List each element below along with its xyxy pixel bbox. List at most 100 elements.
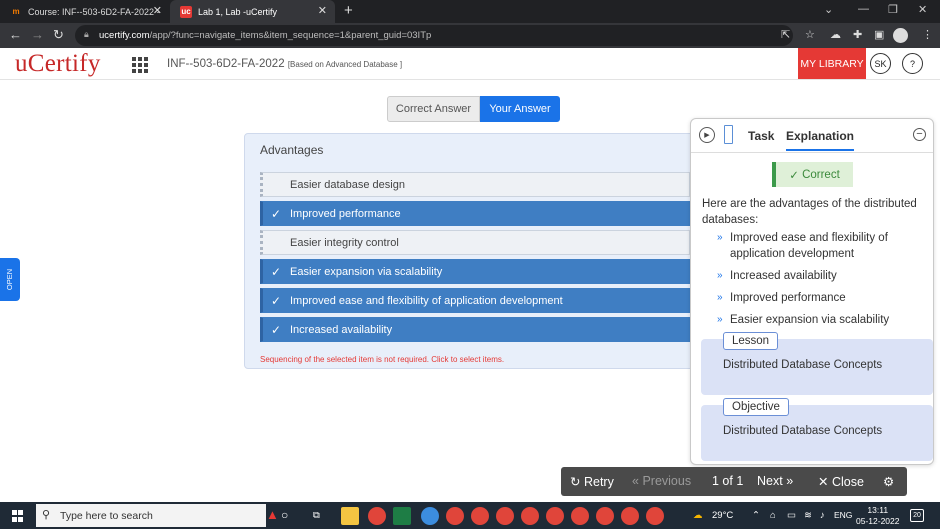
point-text: Improved ease and flexibility of applica… bbox=[730, 232, 888, 260]
restore-icon[interactable]: ❐ bbox=[888, 3, 898, 16]
user-avatar-button[interactable]: SK bbox=[870, 53, 891, 74]
clock-time: 13:11 bbox=[867, 505, 889, 515]
window-close-icon[interactable]: ✕ bbox=[918, 3, 927, 16]
taskbar-search[interactable]: ⚲ Type here to search ▲ bbox=[36, 504, 279, 527]
tray-chevron-icon[interactable]: ⌃ bbox=[752, 510, 760, 521]
answer-item[interactable]: ✓ Easier expansion via scalability bbox=[260, 259, 690, 284]
language-indicator[interactable]: ENG bbox=[834, 510, 852, 520]
volume-icon[interactable]: ♪ bbox=[820, 510, 825, 521]
weather-icon: ☁ bbox=[693, 510, 703, 521]
collapse-icon[interactable]: − bbox=[913, 128, 926, 141]
play-icon[interactable]: ▶ bbox=[699, 127, 715, 143]
check-icon: ✓ bbox=[271, 322, 282, 337]
url-field[interactable]: 🔒︎ ucertify.com/app/?func=navigate_items… bbox=[75, 25, 793, 46]
excel-icon[interactable] bbox=[393, 507, 411, 525]
my-library-button[interactable]: MY LIBRARY bbox=[798, 48, 866, 79]
browser-tab-course[interactable]: m Course: INF--503-6D2-FA-2022 - ✕ bbox=[0, 0, 170, 23]
chrome-icon[interactable] bbox=[546, 507, 564, 525]
windows-start-icon[interactable] bbox=[12, 510, 24, 522]
correct-label: Correct bbox=[802, 168, 840, 181]
answer-item[interactable]: Easier database design bbox=[260, 172, 690, 197]
new-tab-icon[interactable]: + bbox=[344, 2, 353, 19]
point-text: Easier expansion via scalability bbox=[730, 314, 890, 326]
your-answer-button[interactable]: Your Answer bbox=[480, 96, 560, 122]
advantage-list: » Improved ease and flexibility of applic… bbox=[717, 230, 929, 334]
point-text: Increased availability bbox=[730, 270, 837, 282]
answer-item[interactable]: Easier integrity control bbox=[260, 230, 690, 255]
ucertify-favicon-icon: uc bbox=[180, 5, 192, 18]
tab-explanation[interactable]: Explanation bbox=[786, 129, 855, 151]
forward-icon[interactable]: → bbox=[31, 27, 44, 42]
chrome-icon[interactable] bbox=[368, 507, 386, 525]
list-item: » Improved performance bbox=[717, 290, 929, 306]
task-view-icon[interactable]: ⧉ bbox=[313, 510, 320, 521]
bookmark-icon[interactable] bbox=[724, 125, 733, 144]
lesson-label: Lesson bbox=[723, 332, 779, 350]
chrome-icon[interactable] bbox=[496, 507, 514, 525]
chrome-icon[interactable] bbox=[446, 507, 464, 525]
answer-item[interactable]: ✓ Increased availability bbox=[260, 317, 690, 342]
correct-answer-button[interactable]: Correct Answer bbox=[387, 96, 480, 122]
sidepanel-icon[interactable]: ▣ bbox=[874, 28, 884, 41]
close-label: Close bbox=[831, 475, 864, 489]
cloud-icon[interactable]: ☁ bbox=[830, 28, 841, 41]
minimize-icon[interactable]: — bbox=[858, 3, 869, 15]
chrome-icon[interactable] bbox=[521, 507, 539, 525]
network-icon[interactable]: ⌂ bbox=[770, 510, 776, 521]
browser-menu-icon[interactable]: ⋮ bbox=[922, 28, 933, 41]
notification-icon[interactable]: 20 bbox=[910, 509, 924, 522]
chrome-icon[interactable] bbox=[621, 507, 639, 525]
extensions-icon[interactable]: ✚ bbox=[853, 28, 862, 41]
wifi-icon[interactable]: ≋ bbox=[804, 510, 812, 521]
open-side-tab[interactable]: OPEN bbox=[0, 258, 20, 301]
share-icon[interactable]: ⇱ bbox=[781, 28, 790, 41]
question-card: Advantages Easier database design ✓ Impro… bbox=[244, 133, 694, 369]
list-item: » Easier expansion via scalability bbox=[717, 312, 929, 328]
double-chevron-icon: » bbox=[717, 314, 723, 325]
back-icon[interactable]: ← bbox=[9, 27, 22, 42]
answer-item[interactable]: ✓ Improved ease and flexibility of applic… bbox=[260, 288, 690, 313]
close-tab-icon[interactable]: ✕ bbox=[318, 4, 327, 17]
battery-icon[interactable]: ▭ bbox=[787, 510, 796, 521]
reload-icon[interactable]: ↻ bbox=[53, 27, 64, 43]
chrome-icon[interactable] bbox=[646, 507, 664, 525]
close-icon: ✕ bbox=[818, 475, 829, 489]
check-icon: ✓ bbox=[271, 293, 282, 308]
chrome-icon[interactable] bbox=[421, 507, 439, 525]
url-path: /app/?func=navigate_items&item_sequence=… bbox=[149, 30, 432, 41]
help-button[interactable]: ? bbox=[902, 53, 923, 74]
answer-label: Improved ease and flexibility of applica… bbox=[290, 294, 563, 307]
panel-header: ▶ Task Explanation − bbox=[691, 119, 933, 153]
chrome-icon[interactable] bbox=[471, 507, 489, 525]
clock-date: 05-12-2022 bbox=[856, 516, 900, 526]
chrome-icon[interactable] bbox=[571, 507, 589, 525]
retry-label: Retry bbox=[583, 475, 614, 489]
previous-button[interactable]: « Previous bbox=[632, 474, 691, 488]
tab-search-icon[interactable]: ⌄ bbox=[824, 3, 833, 16]
retry-button[interactable]: ↻ Retry bbox=[570, 474, 614, 489]
taskbar-clock[interactable]: 13:11 05-12-2022 bbox=[856, 505, 899, 527]
list-item: » Increased availability bbox=[717, 268, 929, 284]
settings-gear-icon[interactable]: ⚙ bbox=[883, 474, 894, 489]
tab-task[interactable]: Task bbox=[748, 129, 774, 143]
browser-tab-lab[interactable]: uc Lab 1, Lab -uCertify ✕ bbox=[170, 0, 335, 23]
bookmark-star-icon[interactable]: ☆ bbox=[805, 28, 815, 41]
lesson-text[interactable]: Distributed Database Concepts bbox=[723, 359, 882, 371]
cortana-icon[interactable]: ○ bbox=[281, 508, 288, 522]
close-tab-icon[interactable]: ✕ bbox=[153, 4, 162, 17]
moodle-favicon-icon: m bbox=[12, 7, 20, 16]
chrome-icon[interactable] bbox=[596, 507, 614, 525]
next-button[interactable]: Next » bbox=[757, 474, 793, 488]
apps-grid-icon[interactable] bbox=[132, 57, 148, 73]
weather-temp[interactable]: 29°C bbox=[712, 510, 733, 521]
file-explorer-icon[interactable] bbox=[341, 507, 359, 525]
explanation-intro: Here are the advantages of the distribut… bbox=[702, 198, 917, 226]
course-title: INF--503-6D2-FA-2022 [Based on Advanced … bbox=[167, 58, 402, 70]
check-icon: ✓ bbox=[789, 169, 803, 182]
double-left-icon: « bbox=[632, 474, 639, 488]
profile-avatar[interactable] bbox=[893, 28, 908, 43]
ucertify-logo[interactable]: uCertify bbox=[15, 50, 101, 78]
answer-item[interactable]: ✓ Improved performance bbox=[260, 201, 690, 226]
objective-text[interactable]: Distributed Database Concepts bbox=[723, 425, 882, 437]
close-button[interactable]: ✕ Close bbox=[818, 474, 864, 489]
